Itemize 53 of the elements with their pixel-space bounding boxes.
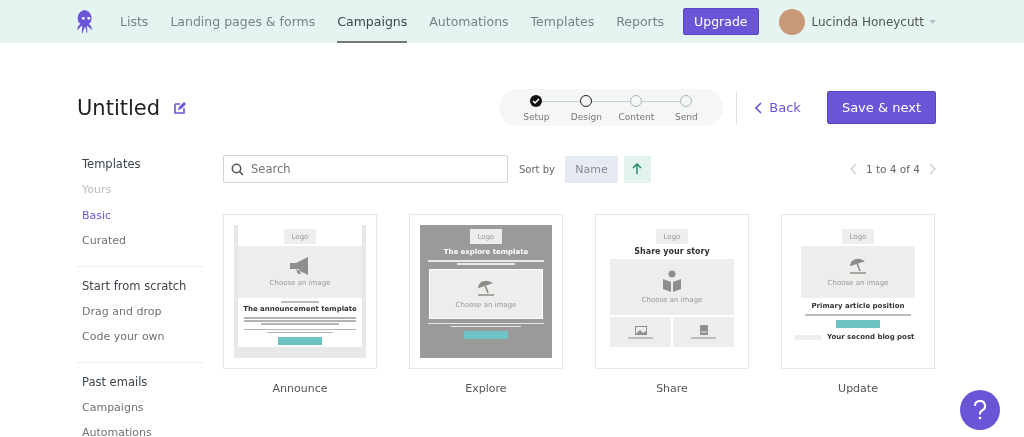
reading-person-icon bbox=[662, 270, 682, 292]
caret-icon[interactable] bbox=[929, 19, 936, 24]
beach-umbrella-icon bbox=[848, 257, 868, 275]
template-name: Update bbox=[838, 382, 878, 395]
search-field[interactable]: Search bbox=[223, 155, 508, 183]
book-icon bbox=[699, 325, 708, 335]
template-name: Announce bbox=[272, 382, 328, 395]
sidebar-heading: Past emails bbox=[82, 374, 149, 389]
sidebar-item[interactable]: Drag and drop bbox=[82, 304, 203, 318]
sidebar-item[interactable]: Automations bbox=[82, 426, 203, 437]
nav-link[interactable]: Lists bbox=[120, 0, 149, 43]
pagination-text: 1 to 4 of 4 bbox=[865, 163, 920, 175]
template-name: Share bbox=[656, 382, 688, 395]
nav-link[interactable]: Automations bbox=[429, 0, 509, 43]
nav-link[interactable]: Reports bbox=[616, 0, 665, 43]
previous-page-icon[interactable] bbox=[849, 163, 858, 175]
upgrade-button[interactable]: Upgrade bbox=[683, 8, 759, 35]
sort-field-button[interactable]: Name bbox=[564, 155, 618, 183]
sidebar-item[interactable]: Code your own bbox=[82, 330, 203, 343]
user-name[interactable]: Lucinda Honeycutt bbox=[811, 14, 924, 29]
sidebar-heading: Start from scratch bbox=[82, 278, 188, 293]
nav-link[interactable]: Landing pages & forms bbox=[170, 0, 316, 43]
beach-umbrella-icon bbox=[476, 278, 496, 297]
nav-link[interactable]: Campaigns bbox=[337, 0, 408, 43]
step-label: Setup bbox=[523, 112, 550, 122]
step-label: Content bbox=[618, 112, 655, 122]
sort-direction-button[interactable] bbox=[623, 155, 651, 183]
step-label: Design bbox=[570, 112, 602, 122]
search-icon bbox=[231, 163, 244, 176]
step-label: Send bbox=[674, 112, 698, 122]
save-next-button[interactable]: Save & next bbox=[826, 91, 936, 124]
help-button[interactable] bbox=[960, 390, 1000, 430]
avatar[interactable] bbox=[778, 8, 805, 35]
sidebar-item[interactable]: Basic bbox=[82, 208, 203, 222]
preview-heading: Share your story bbox=[634, 247, 710, 256]
sort-label: Sort by bbox=[519, 163, 555, 175]
sidebar-heading: Templates bbox=[82, 157, 142, 171]
arrow-up-icon bbox=[632, 163, 643, 175]
next-page-icon[interactable] bbox=[928, 163, 936, 175]
call-to-action-button bbox=[278, 337, 322, 345]
sidebar-item[interactable]: Curated bbox=[82, 234, 203, 247]
back-link[interactable]: Back bbox=[755, 100, 801, 115]
sidebar-item[interactable]: Campaigns bbox=[82, 400, 203, 414]
image-icon bbox=[634, 325, 647, 335]
edit-icon[interactable] bbox=[174, 101, 187, 114]
question-mark-icon bbox=[973, 400, 987, 420]
call-to-action-button bbox=[464, 331, 508, 339]
template-name: Explore bbox=[465, 382, 507, 395]
text-line bbox=[281, 301, 319, 303]
nav-link[interactable]: Templates bbox=[530, 0, 595, 43]
campaign-title: Untitled bbox=[77, 95, 161, 120]
chevron-left-icon bbox=[755, 101, 764, 114]
call-to-action-button bbox=[836, 320, 880, 328]
